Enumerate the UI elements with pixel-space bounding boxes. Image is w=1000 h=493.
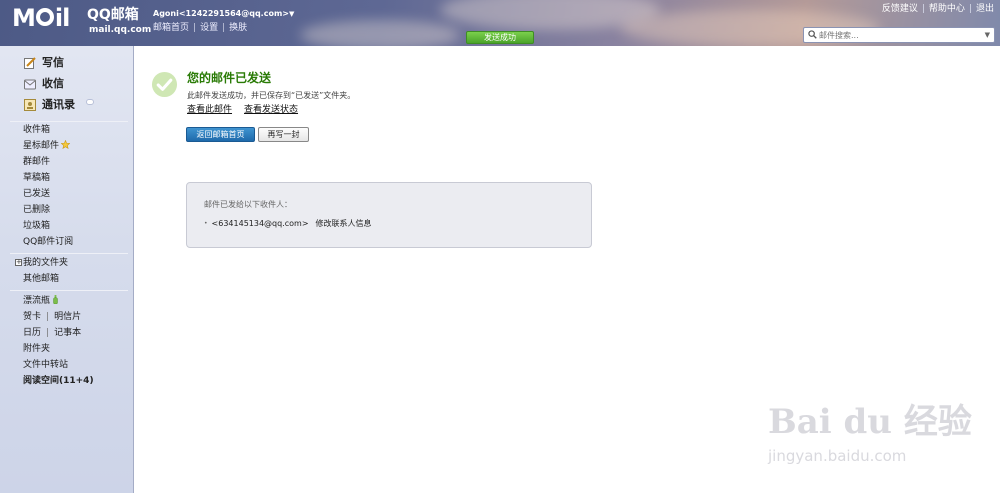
account-links: 邮箱首页 | 设置 | 换肤 [153,22,247,34]
recipients-panel: 邮件已发给以下收件人： • <634145134@qq.com> 修改联系人信息 [186,182,592,248]
edit-contact-link[interactable]: 修改联系人信息 [316,219,372,228]
back-home-button[interactable]: 返回邮箱首页 [186,127,255,142]
page-title: 您的邮件已发送 [187,71,272,85]
link-separator: | [921,4,925,14]
sidebar-item-starred[interactable]: 星标邮件 [23,139,71,153]
contacts-icon [24,99,36,111]
link-separator: | [968,4,972,14]
logout-link[interactable]: 退出 [976,4,994,14]
sidebar-item-reading-space[interactable]: 阅读空间(11+4) [23,374,94,388]
sidebar-item-drift-bottle[interactable]: 漂流瓶 [23,294,58,308]
help-center-link[interactable]: 帮助中心 [929,4,965,14]
link-separator: | [222,23,226,33]
postcard-link[interactable]: 明信片 [54,312,81,322]
success-description: 此邮件发送成功，并已保存到“已发送”文件夹。 [187,91,356,100]
search-dropdown-icon[interactable]: ▼ [985,31,990,39]
sidebar-item-file-transfer[interactable]: 文件中转站 [23,358,68,372]
success-check-icon [151,71,178,98]
bottle-icon [53,295,58,304]
greeting-card-link[interactable]: 贺卡 [23,312,41,322]
top-right-links: 反馈建议 | 帮助中心 | 退出 [882,3,994,15]
account-dropdown-icon[interactable]: ▼ [289,10,294,18]
sidebar-item-group-mail[interactable]: 群邮件 [23,155,50,169]
sidebar-item-subscriptions[interactable]: QQ邮件订阅 [23,235,73,249]
sidebar-item-deleted[interactable]: 已删除 [23,203,50,217]
recipients-heading: 邮件已发给以下收件人： [204,200,292,209]
search-icon[interactable] [808,30,817,39]
starred-label: 星标邮件 [23,141,60,151]
search-input[interactable] [819,29,977,41]
recipient-address: <634145134@qq.com> [211,219,309,228]
bullet-icon: • [204,220,208,227]
sidebar-item-spam[interactable]: 垃圾箱 [23,219,50,233]
star-icon [61,140,71,149]
watermark-url: jingyan.baidu.com [768,447,907,465]
result-links: 查看此邮件 查看发送状态 [187,104,310,116]
contacts-bubble-icon [86,99,94,105]
logo-domain: mail.qq.com [89,25,152,35]
write-again-button[interactable]: 再写一封 [258,127,309,142]
inbox-icon [24,79,36,90]
inbox-label: 收信 [42,77,64,90]
header-cloud-decoration [300,20,460,46]
item-separator: | [46,312,50,322]
link-separator: | [193,23,197,33]
calendar-link[interactable]: 日历 [23,328,41,338]
sidebar-item-my-folders[interactable]: 我的文件夹 [23,256,68,270]
settings-link[interactable]: 设置 [200,23,218,33]
sidebar-item-calendar-notes: 日历 | 记事本 [23,326,81,340]
sidebar-divider [10,290,128,291]
account-info[interactable]: Agoni<1242291564@qq.com>▼ [153,8,294,20]
mail-logo[interactable]: Mil [12,4,70,32]
mailbox-home-link[interactable]: 邮箱首页 [153,23,189,33]
search-box[interactable]: ▼ [803,27,995,43]
change-skin-link[interactable]: 换肤 [229,23,247,33]
notepad-link[interactable]: 记事本 [54,328,81,338]
sidebar-divider [10,253,128,254]
watermark-brand: Bai du 经验 [768,402,972,442]
sidebar-item-drafts[interactable]: 草稿箱 [23,171,50,185]
header-bar: Mil QQ邮箱 mail.qq.com Agoni<1242291564@qq… [0,0,1000,46]
feedback-link[interactable]: 反馈建议 [882,4,918,14]
view-mail-link[interactable]: 查看此邮件 [187,105,232,115]
sidebar-item-sent[interactable]: 已发送 [23,187,50,201]
send-success-toast: 发送成功 [466,31,534,44]
view-status-link[interactable]: 查看发送状态 [244,105,298,115]
compose-icon [24,57,36,69]
compose-label: 写信 [42,56,64,69]
baidu-watermark: Bai du 经验 jingyan.baidu.com [768,404,972,476]
sidebar-item-inbox[interactable]: 收件箱 [23,123,50,137]
expand-folders-icon[interactable]: + [15,259,22,266]
item-separator: | [46,328,50,338]
logo-product-name: QQ邮箱 [87,7,139,23]
sidebar-item-cards: 贺卡 | 明信片 [23,310,81,324]
sidebar-item-other-mailboxes[interactable]: 其他邮箱 [23,272,59,286]
contacts-label: 通讯录 [42,98,75,111]
sidebar-item-attachments[interactable]: 附件夹 [23,342,50,356]
sidebar-divider [10,121,128,122]
list-item: • <634145134@qq.com> 修改联系人信息 [204,218,372,229]
drift-bottle-label: 漂流瓶 [23,296,51,306]
sidebar: 写信 收信 通讯录 收件箱 星标邮件 群邮件 草稿箱 已发送 已删除 垃圾箱 Q… [0,46,134,493]
account-display: Agoni<1242291564@qq.com> [153,9,289,18]
